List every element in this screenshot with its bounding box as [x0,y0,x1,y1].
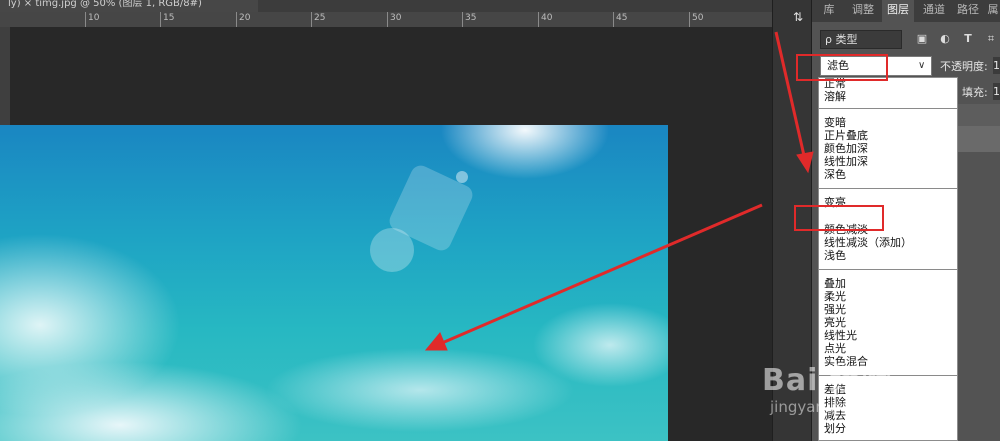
arrow-left-head [424,332,448,351]
arrow-down-line [774,31,807,161]
arrow-down-head [796,151,814,174]
arrow-left-line [441,203,763,345]
annotation-arrows [424,31,814,351]
